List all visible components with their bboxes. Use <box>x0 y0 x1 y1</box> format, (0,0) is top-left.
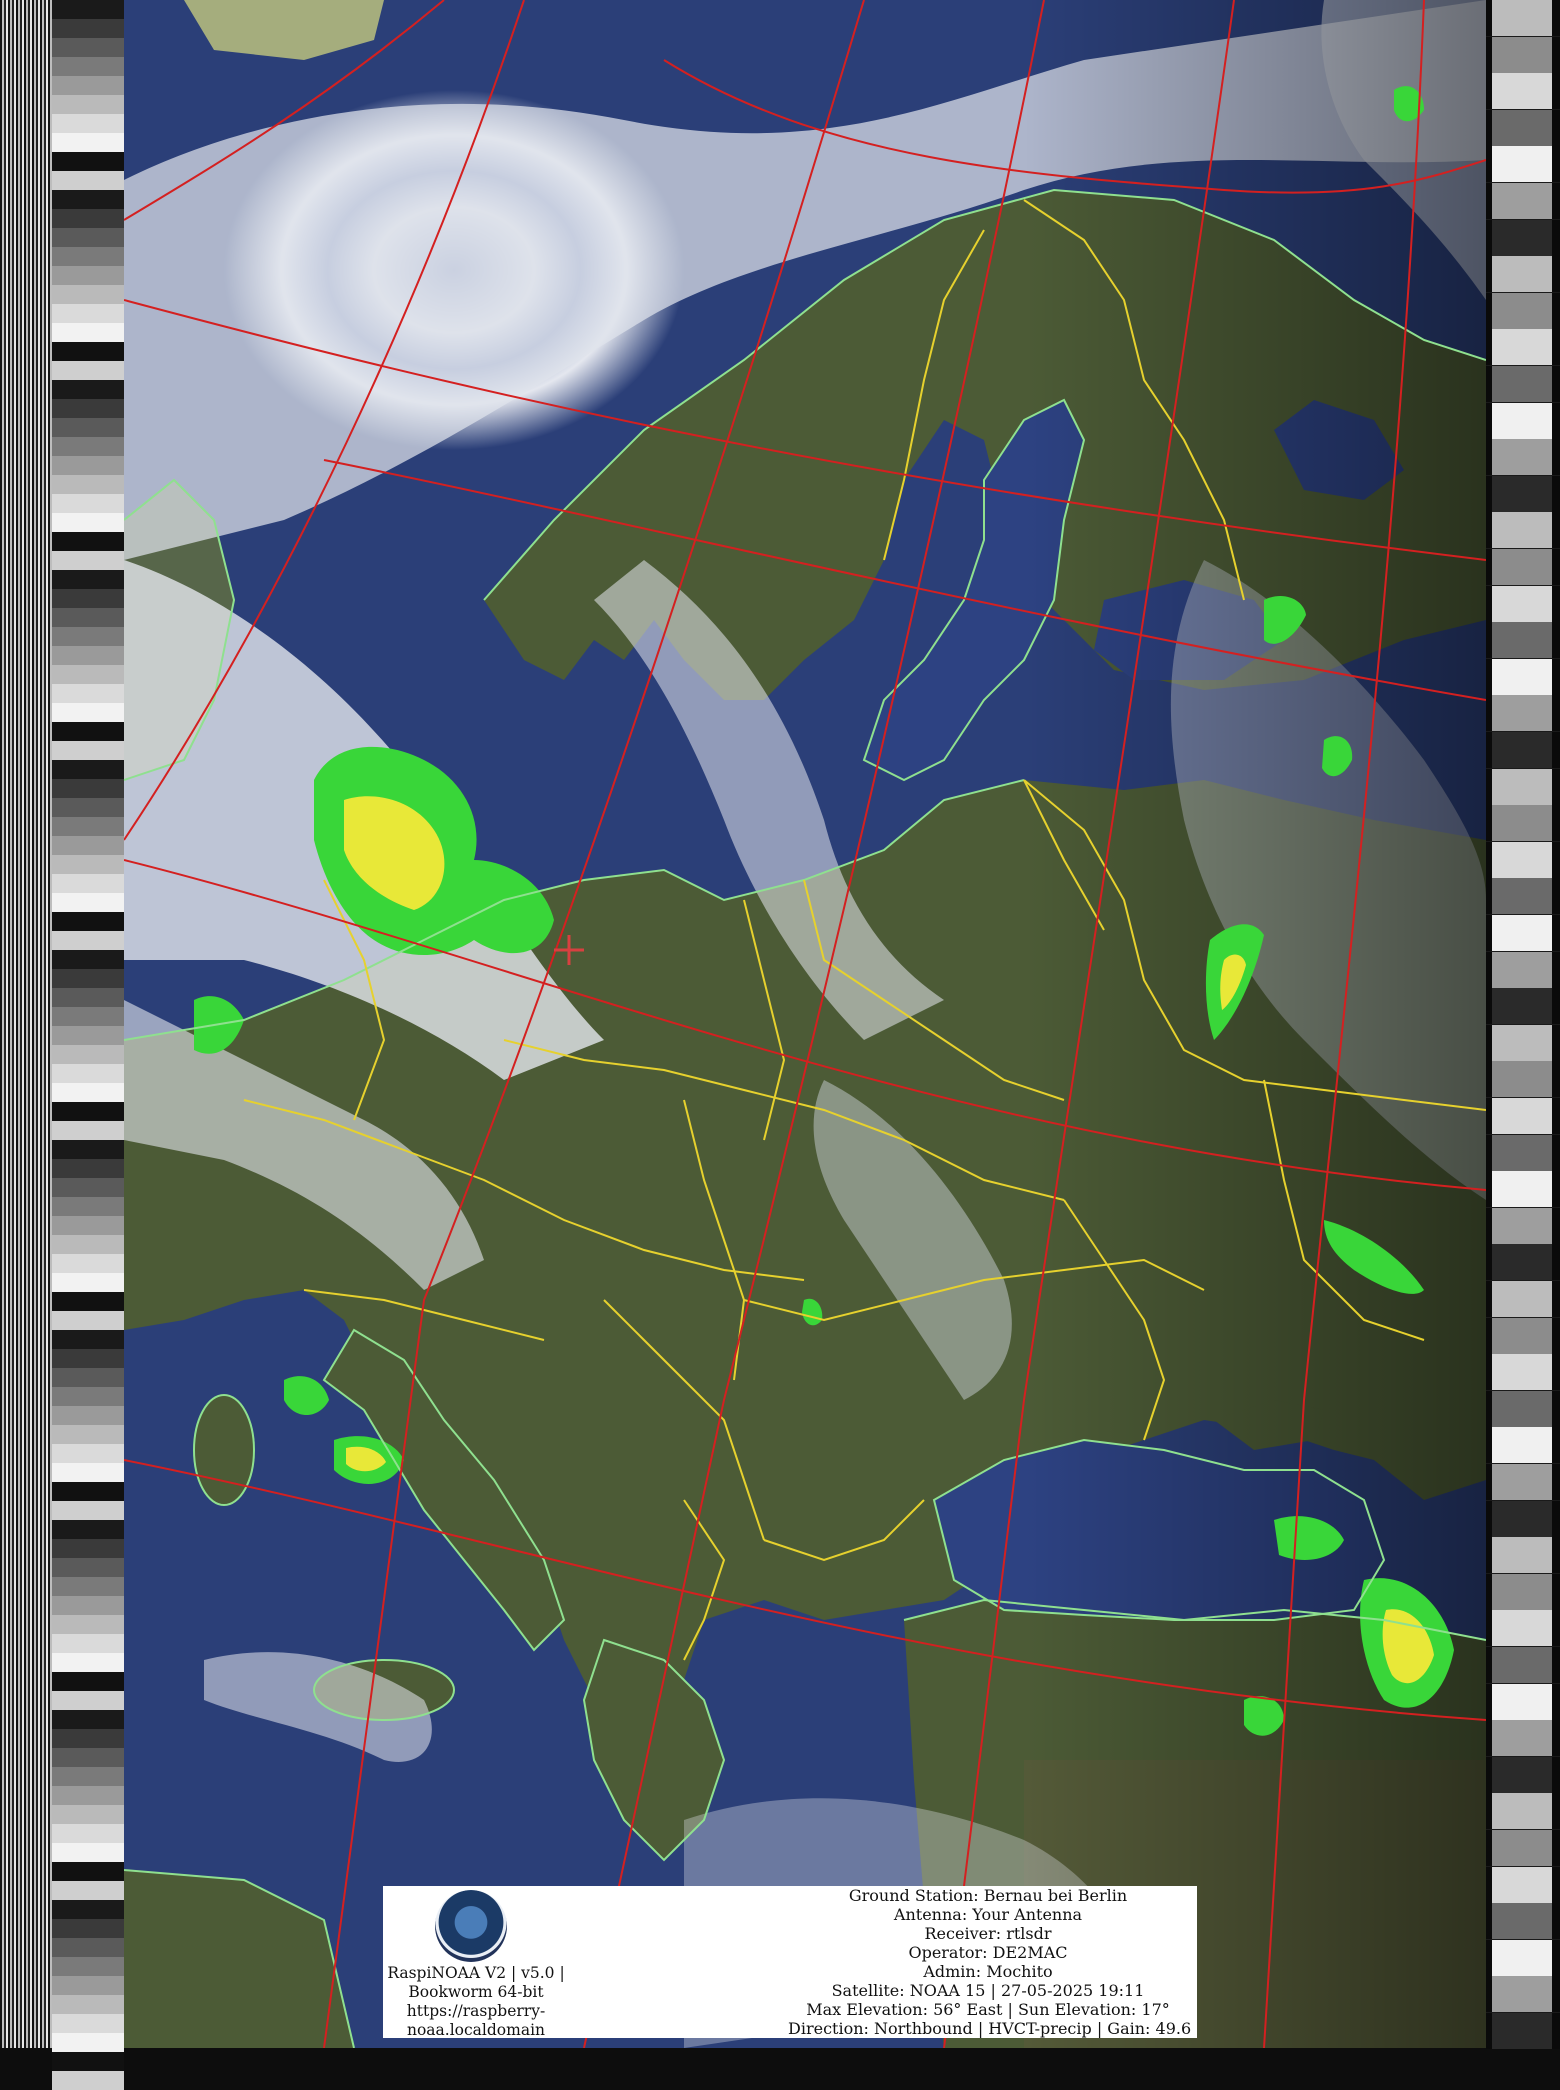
telemetry-band <box>1486 841 1560 878</box>
telemetry-block <box>52 1520 124 1710</box>
telemetry-band <box>1486 475 1560 512</box>
telemetry-block <box>52 570 124 760</box>
telemetry-band <box>1486 36 1560 73</box>
operator-text: Operator: DE2MAC <box>908 1943 1068 1962</box>
telemetry-band <box>1486 1903 1560 1940</box>
telemetry-band <box>1486 329 1560 366</box>
admin-text: Admin: Mochito <box>923 1962 1053 1981</box>
telemetry-band <box>1486 695 1560 732</box>
sync-strip-left <box>0 0 52 2048</box>
telemetry-band <box>1486 585 1560 622</box>
telemetry-block <box>52 0 124 190</box>
telemetry-band <box>1486 878 1560 915</box>
telemetry-band <box>1486 1244 1560 1281</box>
telemetry-band <box>1486 549 1560 585</box>
satellite-map <box>124 0 1486 2048</box>
telemetry-band <box>1486 1976 1560 2013</box>
telemetry-band <box>1486 1098 1560 1134</box>
terminator-shade <box>1024 0 1486 2048</box>
telemetry-band <box>1486 73 1560 110</box>
telemetry-band <box>1486 109 1560 146</box>
telemetry-band <box>1486 1500 1560 1537</box>
telemetry-band <box>1486 1354 1560 1391</box>
telemetry-block <box>52 1330 124 1520</box>
telemetry-band <box>1486 1756 1560 1793</box>
telemetry-band <box>1486 1390 1560 1427</box>
telemetry-band <box>1486 1610 1560 1647</box>
telemetry-band <box>1486 1793 1560 1830</box>
telemetry-band <box>1486 1683 1560 1720</box>
receiver-text: Receiver: rtlsdr <box>924 1924 1052 1943</box>
telemetry-band <box>1486 1317 1560 1354</box>
telemetry-block <box>52 950 124 1140</box>
telemetry-band <box>1486 915 1560 951</box>
software-os: Bookworm 64-bit <box>408 1983 544 2001</box>
telemetry-band <box>1486 1207 1560 1244</box>
telemetry-band <box>1486 1427 1560 1464</box>
telemetry-band <box>1486 219 1560 256</box>
telemetry-band <box>1486 292 1560 329</box>
ground-station-text: Ground Station: Bernau bei Berlin <box>848 1886 1128 1905</box>
telemetry-band <box>1486 1830 1560 1866</box>
telemetry-band <box>1486 256 1560 293</box>
software-url-line2: noaa.localdomain <box>406 2021 546 2039</box>
telemetry-band <box>1486 439 1560 476</box>
telemetry-band <box>1486 1061 1560 1098</box>
antenna-text: Antenna: Your Antenna <box>893 1905 1083 1924</box>
elevation-text: Max Elevation: 56° East | Sun Elevation:… <box>806 2000 1170 2019</box>
telemetry-band <box>1486 805 1560 842</box>
station-info: Ground Station: Bernau bei Berlin Antenn… <box>788 1886 1192 2038</box>
telemetry-band <box>1486 768 1560 805</box>
info-panel: RaspiNOAA V2 | v5.0 | Bookworm 64-bit ht… <box>383 1886 1197 2040</box>
telemetry-strip-right <box>1486 0 1560 2049</box>
satellite-image <box>124 0 1486 2048</box>
telemetry-band <box>1486 1281 1560 1317</box>
telemetry-band <box>1486 1464 1560 1500</box>
telemetry-band <box>1486 1647 1560 1683</box>
telemetry-band <box>1486 0 1560 36</box>
telemetry-band <box>1486 1171 1560 1208</box>
raspinoaa-logo <box>435 1890 507 1962</box>
telemetry-block <box>52 1710 124 1900</box>
telemetry-band <box>1486 183 1560 219</box>
telemetry-band <box>1486 146 1560 183</box>
telemetry-band <box>1486 988 1560 1025</box>
telemetry-band <box>1486 1573 1560 1610</box>
telemetry-block <box>52 1900 124 2090</box>
telemetry-band <box>1486 366 1560 402</box>
satellite-text: Satellite: NOAA 15 | 27-05-2025 19:11 <box>831 1981 1145 2000</box>
telemetry-band <box>1486 1939 1560 1976</box>
telemetry-band <box>1486 1720 1560 1757</box>
telemetry-wedges-left <box>52 0 124 2090</box>
telemetry-band <box>1486 1024 1560 1061</box>
software-version: RaspiNOAA V2 | v5.0 | <box>387 1964 565 1982</box>
telemetry-band <box>1486 951 1560 988</box>
software-url-line1: https://raspberry- <box>406 2002 546 2020</box>
telemetry-band <box>1486 2013 1560 2049</box>
telemetry-band <box>1486 402 1560 439</box>
telemetry-block <box>52 1140 124 1330</box>
telemetry-block <box>52 380 124 570</box>
telemetry-band <box>1486 658 1560 695</box>
telemetry-block <box>52 190 124 380</box>
telemetry-band <box>1486 1537 1560 1574</box>
telemetry-band <box>1486 512 1560 549</box>
telemetry-band <box>1486 622 1560 659</box>
direction-text: Direction: Northbound | HVCT-precip | Ga… <box>788 2019 1192 2038</box>
telemetry-band <box>1486 1866 1560 1903</box>
telemetry-band <box>1486 1134 1560 1171</box>
telemetry-band <box>1486 732 1560 768</box>
software-info: RaspiNOAA V2 | v5.0 | Bookworm 64-bit ht… <box>383 1964 569 2040</box>
telemetry-block <box>52 760 124 950</box>
